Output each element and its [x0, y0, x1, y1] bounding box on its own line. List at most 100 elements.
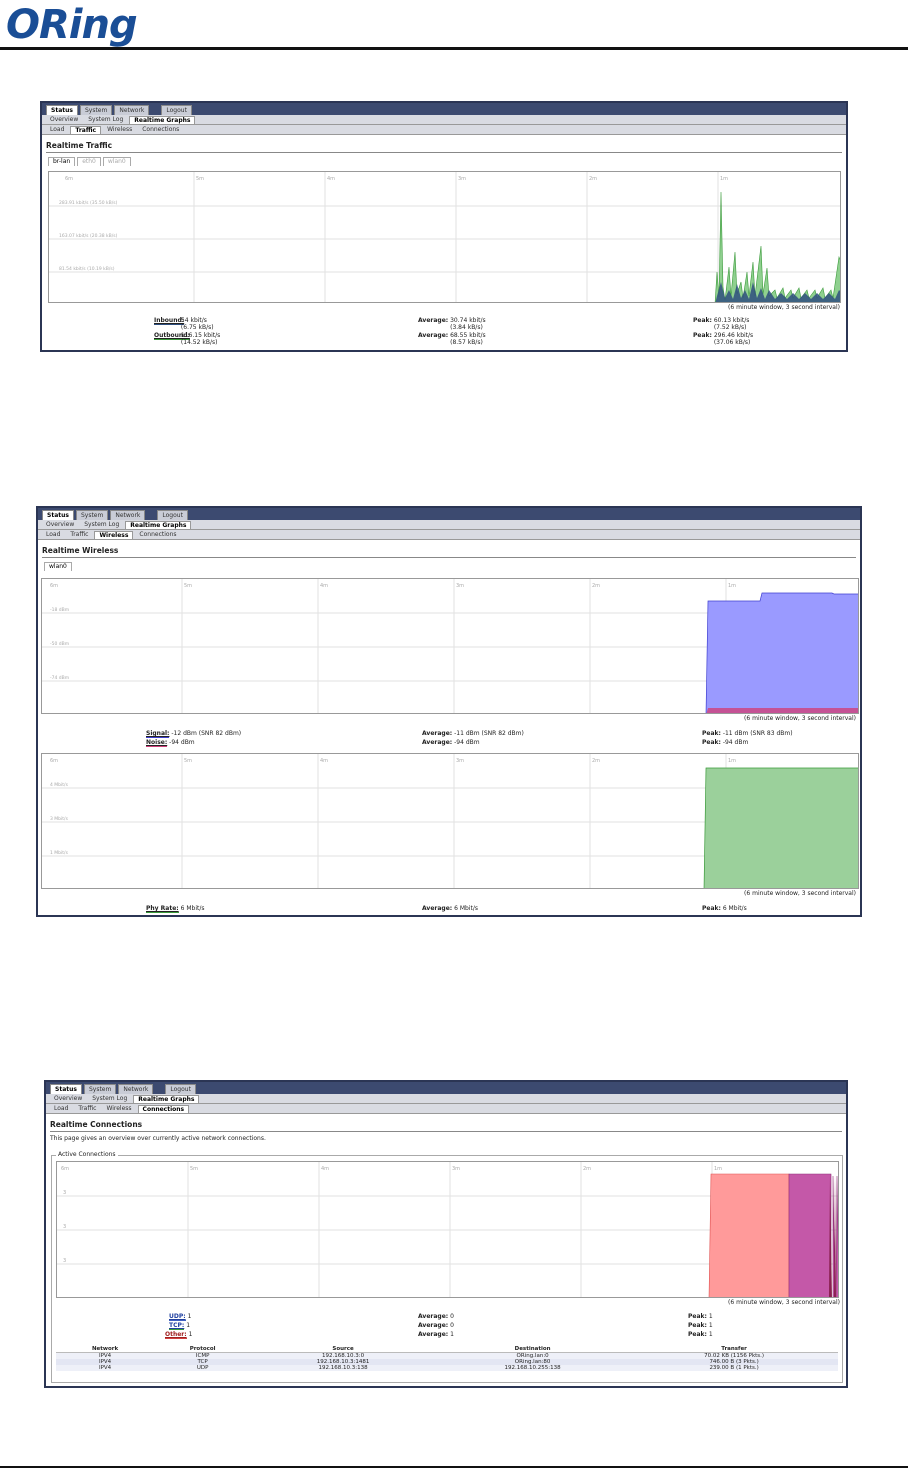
iface-tab-eth0[interactable]: eth0 [77, 157, 101, 166]
tcp-peak: Peak: 1 [688, 1322, 713, 1329]
connections-table: Network Protocol Source Destination Tran… [56, 1346, 838, 1371]
tab-network[interactable]: Network [118, 1084, 154, 1094]
y-label-2: 163.07 kbit/s (20.38 kB/s) [59, 233, 118, 239]
tcp-current: 1 [186, 1322, 191, 1329]
time-label-3m: 3m [452, 1166, 460, 1172]
time-label-6m: 6m [50, 583, 58, 589]
connections-graph: 6m 5m 4m 3m 2m 1m 3 3 3 [56, 1161, 839, 1298]
graphtab-traffic[interactable]: Traffic [74, 1105, 100, 1113]
time-label-2m: 2m [592, 583, 600, 589]
phy-rate-current: 6 Mbit/s [180, 905, 205, 912]
subtab-realtime-graphs[interactable]: Realtime Graphs [133, 1095, 200, 1103]
inbound-average: Average: 30.74 kbit/s (3.84 kB/s) [418, 317, 486, 331]
time-label-4m: 4m [320, 758, 328, 764]
graph-subnav: Load Traffic Wireless Connections [46, 1104, 846, 1114]
udp-stat: UDP: 1 [169, 1313, 192, 1321]
other-peak: Peak: 1 [688, 1331, 713, 1338]
subtab-overview[interactable]: Overview [50, 1095, 86, 1103]
time-label-5m: 5m [190, 1166, 198, 1172]
phy-rate-average: Average: 6 Mbit/s [422, 905, 478, 912]
graphtab-connections[interactable]: Connections [137, 1105, 190, 1113]
graphtab-connections[interactable]: Connections [135, 531, 180, 539]
tab-logout[interactable]: Logout [157, 510, 188, 520]
time-label-4m: 4m [320, 583, 328, 589]
graphtab-load[interactable]: Load [46, 126, 68, 134]
window-caption: (6 minute window, 3 second interval) [744, 715, 856, 722]
time-label-3m: 3m [456, 758, 464, 764]
phy-rate-graph: 6m 5m 4m 3m 2m 1m 4 Mbit/s 3 Mbit/s 1 Mb… [41, 753, 859, 889]
inbound-current-bytes: (6.75 kB/s) [180, 324, 214, 331]
tcp-average: Average: 0 [418, 1322, 454, 1329]
subtab-realtime-graphs[interactable]: Realtime Graphs [125, 521, 192, 529]
subtab-system-log[interactable]: System Log [80, 521, 123, 529]
y-label-1: 3 [63, 1190, 66, 1196]
graphtab-wireless[interactable]: Wireless [94, 531, 134, 539]
time-label-2m: 2m [589, 176, 597, 182]
noise-series [706, 708, 858, 713]
time-label-6m: 6m [50, 758, 58, 764]
subtab-system-log[interactable]: System Log [84, 116, 127, 124]
page-description: This page gives an overview over current… [50, 1135, 266, 1142]
fieldset-legend: Active Connections [56, 1151, 118, 1158]
graphtab-traffic[interactable]: Traffic [70, 126, 102, 134]
time-label-4m: 4m [327, 176, 335, 182]
cell-transfer: 239.00 B (1 Pkts.) [630, 1365, 838, 1371]
time-label-1m: 1m [728, 583, 736, 589]
status-subnav: Overview System Log Realtime Graphs [46, 1094, 846, 1104]
graphtab-load[interactable]: Load [50, 1105, 72, 1113]
y-label-1: 4 Mbit/s [50, 782, 69, 788]
iface-tab-wlan0[interactable]: wlan0 [102, 157, 131, 166]
outbound-series [714, 191, 840, 302]
signal-label: Signal: [146, 730, 170, 738]
cell-network: IPV4 [56, 1365, 155, 1371]
tab-logout[interactable]: Logout [165, 1084, 196, 1094]
tab-network[interactable]: Network [114, 105, 150, 115]
subtab-overview[interactable]: Overview [46, 116, 82, 124]
outbound-current-bytes: (14.52 kB/s) [180, 339, 218, 346]
subtab-overview[interactable]: Overview [42, 521, 78, 529]
signal-current: -12 dBm (SNR 82 dBm) [171, 730, 242, 737]
tab-status[interactable]: Status [50, 1084, 82, 1094]
subtab-system-log[interactable]: System Log [88, 1095, 131, 1103]
graphtab-wireless[interactable]: Wireless [103, 126, 136, 134]
other-average: Average: 1 [418, 1331, 454, 1338]
tab-system[interactable]: System [79, 105, 113, 115]
subtab-realtime-graphs[interactable]: Realtime Graphs [129, 116, 196, 124]
page-title: Realtime Traffic [46, 141, 842, 153]
graphtab-wireless[interactable]: Wireless [102, 1105, 135, 1113]
graphtab-connections[interactable]: Connections [138, 126, 183, 134]
tab-status[interactable]: Status [42, 510, 74, 520]
udp-current: 1 [187, 1313, 192, 1320]
graphtab-traffic[interactable]: Traffic [66, 531, 92, 539]
tcp-stat: TCP: 1 [169, 1322, 191, 1330]
window-caption: (6 minute window, 3 second interval) [728, 304, 840, 311]
y-label-2: -50 dBm [50, 641, 69, 647]
signal-graph: 6m 5m 4m 3m 2m 1m -18 dBm -50 dBm -74 dB… [41, 578, 859, 714]
inbound-label: Inbound: [154, 317, 185, 325]
y-label-3: 81.54 kbit/s (10.19 kB/s) [59, 266, 115, 272]
iface-tab-br-lan[interactable]: br-lan [48, 157, 76, 166]
other-series [829, 1176, 836, 1297]
graphtab-load[interactable]: Load [42, 531, 64, 539]
time-label-4m: 4m [321, 1166, 329, 1172]
time-label-1m: 1m [720, 176, 728, 182]
iface-tab-wlan0[interactable]: wlan0 [44, 562, 72, 571]
y-label-2: 3 Mbit/s [50, 816, 69, 822]
tab-system[interactable]: System [83, 1084, 117, 1094]
window-caption-2: (6 minute window, 3 second interval) [744, 890, 856, 897]
table-row: IPV4 UDP 192.168.10.3:138 192.168.10.255… [56, 1365, 838, 1371]
tab-logout[interactable]: Logout [161, 105, 192, 115]
time-label-3m: 3m [456, 583, 464, 589]
outbound-peak: Peak: 296.46 kbit/s (37.06 kB/s) [693, 332, 754, 346]
main-nav: Status System Network Logout [46, 1082, 846, 1094]
other-stat: Other: 1 [165, 1331, 192, 1339]
tab-system[interactable]: System [75, 510, 109, 520]
y-label-2: 3 [63, 1224, 66, 1230]
signal-peak: Peak: -11 dBm (SNR 83 dBm) [702, 730, 793, 737]
traffic-screenshot: Status System Network Logout Overview Sy… [40, 101, 848, 352]
traffic-graph: 6m 5m 4m 3m 2m 1m 283.91 kbit/s (35.50 k… [48, 171, 841, 303]
tab-network[interactable]: Network [110, 510, 146, 520]
inbound-current: 54 kbit/s [180, 317, 207, 324]
udp-peak: Peak: 1 [688, 1313, 713, 1320]
tab-status[interactable]: Status [46, 105, 78, 115]
